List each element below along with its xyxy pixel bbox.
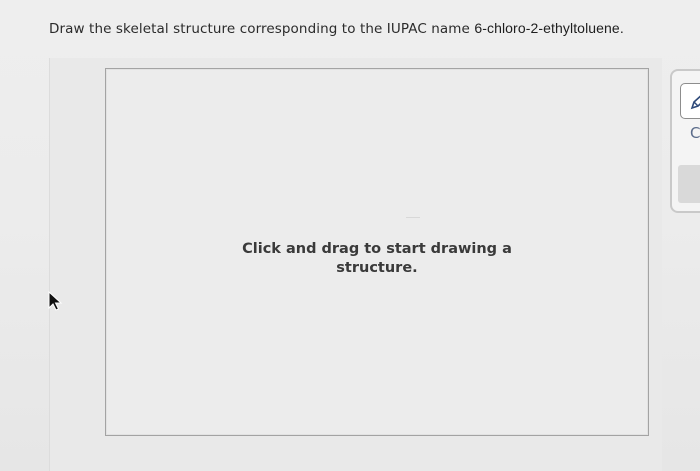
question-text: Draw the skeletal structure correspondin… bbox=[49, 20, 624, 37]
mouse-pointer-icon bbox=[47, 290, 63, 311]
canvas-hint: Click and drag to start drawing a struct… bbox=[242, 241, 512, 276]
tool-label[interactable]: C bbox=[690, 124, 700, 142]
draw-tool-button[interactable] bbox=[680, 83, 700, 119]
canvas-center-mark bbox=[406, 217, 420, 218]
editor-toolbar: C bbox=[670, 69, 700, 213]
iupac-compound-name: 6-chloro-2-ethyltoluene. bbox=[474, 20, 624, 36]
tool-slot[interactable] bbox=[678, 165, 700, 203]
question-prefix: Draw the skeletal structure correspondin… bbox=[49, 21, 475, 37]
pencil-icon bbox=[690, 95, 700, 110]
